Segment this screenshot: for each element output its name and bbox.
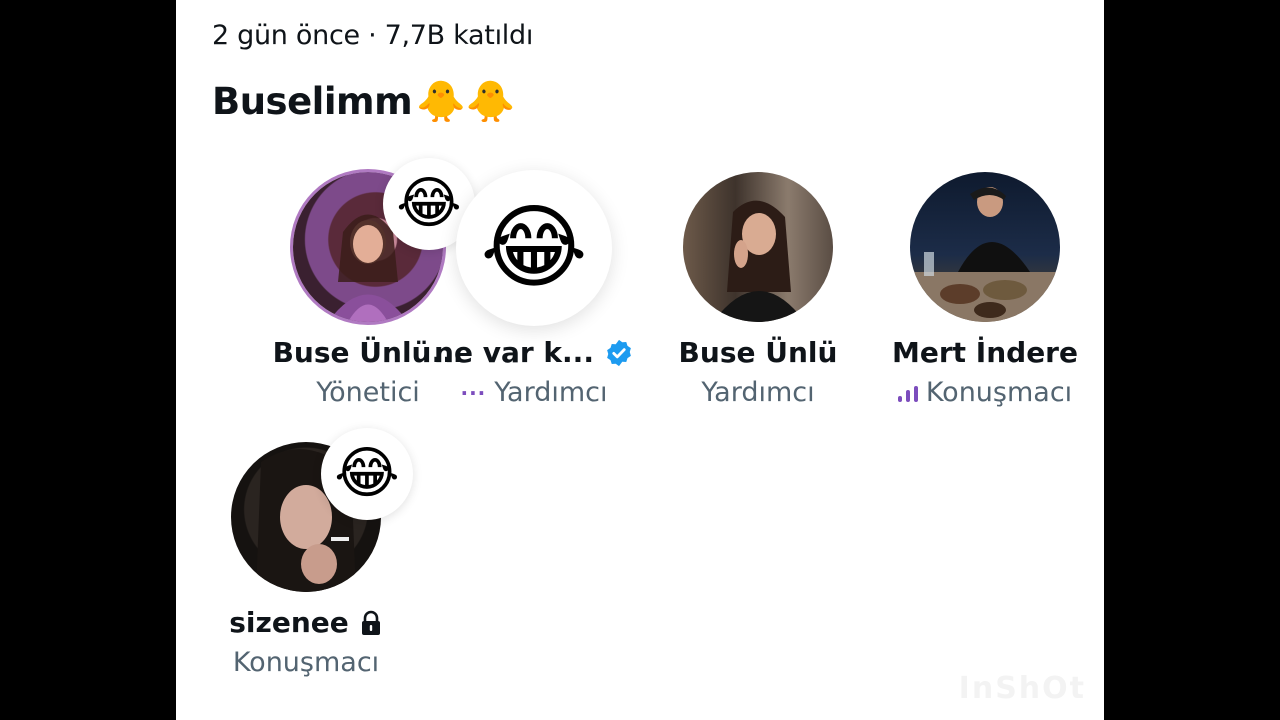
chick-emoji: 🐥🐥 bbox=[416, 79, 515, 125]
member-role: Konuşmacı bbox=[897, 377, 1073, 408]
watermark: InShOt bbox=[958, 671, 1086, 706]
member-role: Yardımcı bbox=[701, 377, 815, 408]
member-card[interactable]: 😂 ne var k... ··· Yardımcı bbox=[419, 170, 649, 408]
space-title-text: Buselimm bbox=[212, 80, 413, 123]
space-panel: 2 gün önce · 7,7B katıldı Buselimm 🐥🐥 😂 … bbox=[176, 0, 1104, 720]
laughing-emoji-avatar: 😂 bbox=[480, 194, 588, 301]
more-dots-icon: ··· bbox=[460, 380, 487, 405]
space-meta: 2 gün önce · 7,7B katıldı bbox=[212, 20, 534, 51]
lock-icon bbox=[361, 610, 380, 635]
member-name-text: Buse Ünlü bbox=[678, 336, 838, 369]
member-role-text: Konuşmacı bbox=[925, 377, 1073, 408]
laughing-reaction-icon: 😂 bbox=[321, 428, 413, 520]
member-card[interactable]: 😂 sizenee Konuşmacı bbox=[191, 428, 421, 678]
avatar[interactable]: 😂 bbox=[456, 170, 612, 326]
member-card[interactable]: Mert İndere Konuşmacı bbox=[870, 172, 1100, 408]
avatar[interactable] bbox=[683, 172, 833, 322]
verified-badge-icon bbox=[607, 339, 631, 366]
photo-man-dinner-icon bbox=[910, 187, 1060, 322]
member-name-text: sizenee bbox=[229, 606, 349, 639]
member-name: sizenee bbox=[229, 606, 382, 639]
member-role-text: Yardımcı bbox=[494, 377, 608, 408]
member-role: ··· Yardımcı bbox=[460, 377, 607, 408]
member-name: ne var k... bbox=[434, 336, 634, 369]
speaking-bars-icon bbox=[897, 384, 918, 402]
space-title: Buselimm 🐥🐥 bbox=[212, 78, 515, 125]
avatar[interactable] bbox=[910, 172, 1060, 322]
member-name: Buse Ünlü bbox=[679, 336, 838, 369]
member-card[interactable]: Buse Ünlü Yardımcı bbox=[643, 172, 873, 408]
member-name: Mert İndere bbox=[892, 336, 1078, 369]
member-name-text: ne var k... bbox=[434, 336, 594, 369]
member-role: Yönetici bbox=[316, 377, 420, 408]
member-name-text: Mert İndere bbox=[892, 336, 1078, 369]
member-role: Konuşmacı bbox=[232, 647, 380, 678]
photo-woman-black-jacket-icon bbox=[713, 200, 805, 322]
